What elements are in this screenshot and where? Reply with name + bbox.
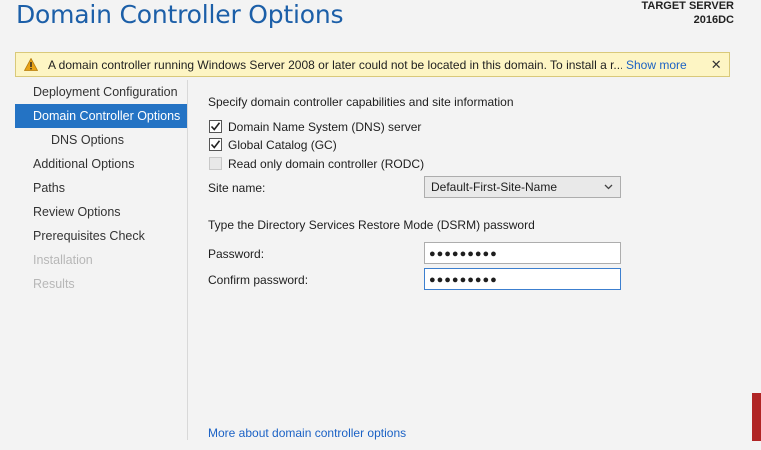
dns-server-label: Domain Name System (DNS) server <box>228 120 422 134</box>
show-more-link[interactable]: Show more <box>626 58 687 72</box>
nav-item-review-options[interactable]: Review Options <box>15 200 187 224</box>
nav-item-additional-options[interactable]: Additional Options <box>15 152 187 176</box>
nav-item-dns-options[interactable]: DNS Options <box>15 128 187 152</box>
rodc-checkbox <box>209 157 222 170</box>
dns-server-checkbox[interactable] <box>209 120 222 133</box>
password-label: Password: <box>208 247 265 261</box>
target-server-name: 2016DC <box>693 14 734 26</box>
confirm-password-field[interactable]: ●●●●●●●●● <box>424 268 621 290</box>
warning-bar: A domain controller running Windows Serv… <box>15 52 730 77</box>
warning-icon <box>24 58 42 71</box>
target-server-info: TARGET SERVER 2016DC <box>642 0 735 27</box>
chevron-down-icon <box>604 177 613 205</box>
nav-divider <box>187 80 188 440</box>
dsrm-heading: Type the Directory Services Restore Mode… <box>208 218 535 232</box>
password-value: ●●●●●●●●● <box>429 248 498 260</box>
confirm-password-label: Confirm password: <box>208 273 309 287</box>
confirm-password-value: ●●●●●●●●● <box>429 274 498 286</box>
more-about-options-link[interactable]: More about domain controller options <box>208 426 406 440</box>
capabilities-heading: Specify domain controller capabilities a… <box>208 95 514 109</box>
site-name-label: Site name: <box>208 181 266 195</box>
nav-item-installation: Installation <box>33 253 93 267</box>
target-server-label: TARGET SERVER <box>641 0 735 12</box>
nav-item-deployment-configuration[interactable]: Deployment Configuration <box>15 80 187 104</box>
nav-item-domain-controller-options[interactable]: Domain Controller Options <box>15 104 187 128</box>
password-field[interactable]: ●●●●●●●●● <box>424 242 621 264</box>
nav-item-results: Results <box>33 277 75 291</box>
site-name-value: Default-First-Site-Name <box>431 180 558 194</box>
checkmark-icon <box>210 140 221 149</box>
page-title: Domain Controller Options <box>16 0 344 29</box>
global-catalog-checkbox[interactable] <box>209 138 222 151</box>
rodc-label: Read only domain controller (RODC) <box>228 157 425 171</box>
warning-text: A domain controller running Windows Serv… <box>48 57 622 72</box>
background-window-edge <box>752 393 761 441</box>
close-icon[interactable]: ✕ <box>711 57 722 73</box>
checkmark-icon <box>210 122 221 131</box>
wizard-nav: Deployment Configuration Domain Controll… <box>15 80 187 296</box>
site-name-select[interactable]: Default-First-Site-Name <box>424 176 621 198</box>
nav-item-prerequisites-check[interactable]: Prerequisites Check <box>15 224 187 248</box>
nav-item-paths[interactable]: Paths <box>15 176 187 200</box>
global-catalog-label: Global Catalog (GC) <box>228 138 337 152</box>
